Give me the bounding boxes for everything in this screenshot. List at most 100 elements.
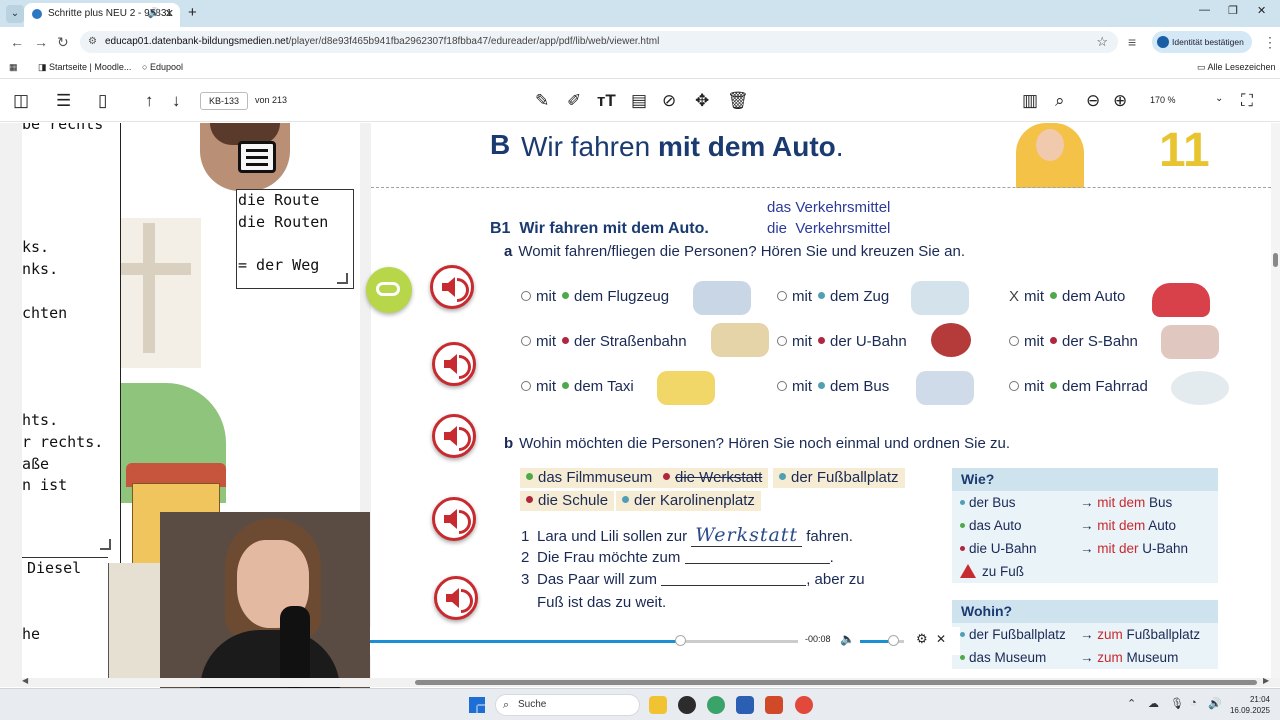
move-icon[interactable]: ✥ [695, 91, 709, 111]
new-tab-button[interactable]: + [188, 4, 197, 21]
find-in-page-icon[interactable]: ⌕ [1055, 91, 1065, 111]
powerpoint-icon[interactable] [765, 696, 783, 714]
option-radio[interactable] [521, 336, 531, 346]
all-bookmarks[interactable]: ▭ Alle Lesezeichen [1197, 62, 1276, 73]
taskbar-search[interactable]: ⌕ Suche [495, 694, 640, 716]
chrome-profile-icon[interactable] [795, 696, 813, 714]
vertical-scrollbar[interactable] [1271, 123, 1280, 678]
apps-grid-icon[interactable]: ▦ [9, 62, 18, 73]
hide-annotations-icon[interactable]: ⊘ [662, 91, 676, 111]
volume-icon[interactable]: 🔈 [840, 632, 855, 646]
option-mit: mit [1024, 333, 1044, 350]
tab-audio-icon[interactable]: 🔊 [148, 3, 160, 25]
identity-button[interactable]: Identität bestätigen [1152, 31, 1252, 53]
zoom-level[interactable]: 170 % [1150, 95, 1176, 105]
tray-overflow-icon[interactable]: ⌃ [1127, 697, 1136, 710]
vertical-scroll-thumb[interactable] [1273, 253, 1278, 267]
word-icon[interactable] [736, 696, 754, 714]
transport-option[interactable]: Xmit dem Auto [1009, 288, 1125, 305]
option-radio[interactable] [777, 291, 787, 301]
previous-page-icon[interactable]: ↑ [145, 91, 154, 111]
outline-icon[interactable]: ☰ [56, 91, 71, 111]
transport-option[interactable]: mit dem Zug [777, 288, 889, 305]
audio-progress-track[interactable] [360, 640, 798, 643]
option-radio[interactable] [521, 291, 531, 301]
option-radio[interactable] [777, 381, 787, 391]
note-icon[interactable] [238, 141, 276, 173]
scroll-right-icon[interactable]: ▶ [1263, 676, 1269, 685]
onedrive-icon[interactable]: ☁ [1148, 697, 1159, 710]
bookmark-star-icon[interactable]: ☆ [1096, 31, 1108, 53]
minimize-icon[interactable]: — [1199, 4, 1210, 16]
wohin-row-right: → zum Fußballplatz [1080, 623, 1200, 646]
app-icon[interactable] [678, 696, 696, 714]
bookmark-edupool[interactable]: ○ Edupool [142, 62, 183, 72]
option-radio[interactable] [1009, 381, 1019, 391]
back-icon[interactable]: ← [10, 34, 24, 50]
tab-close-icon[interactable]: ✕ [165, 3, 174, 25]
note-resize-handle[interactable] [100, 539, 111, 550]
option-radio[interactable] [777, 336, 787, 346]
gender-dot [562, 382, 569, 389]
file-explorer-icon[interactable] [649, 696, 667, 714]
transport-option[interactable]: mit dem Flugzeug [521, 288, 669, 305]
forward-icon[interactable]: → [34, 34, 48, 50]
close-window-icon[interactable]: ✕ [1257, 4, 1266, 17]
link-button[interactable] [366, 267, 412, 313]
transport-option[interactable]: mit der Straßenbahn [521, 333, 687, 350]
bookmark-moodle[interactable]: ◨ Startseite | Moodle... [38, 62, 131, 73]
checked-mark[interactable]: X [1009, 288, 1021, 305]
url-field[interactable]: ⚙ educap01.datenbank-bildungsmedien.net/… [80, 31, 1118, 53]
answer-blank[interactable] [661, 574, 807, 586]
network-icon[interactable]: ◔ [1190, 697, 1197, 709]
option-radio[interactable] [1009, 336, 1019, 346]
audio-play-button-3[interactable] [432, 414, 476, 458]
next-page-icon[interactable]: ↓ [172, 91, 181, 111]
transport-option[interactable]: mit dem Fahrrad [1009, 378, 1148, 395]
page-number-input[interactable]: KB-133 [200, 92, 248, 110]
transport-option[interactable]: mit dem Taxi [521, 378, 634, 395]
handwritten-answer[interactable]: Werkstatt [691, 524, 803, 547]
transport-option[interactable]: mit der U-Bahn [777, 333, 907, 350]
audio-play-button-2[interactable] [432, 342, 476, 386]
reading-mode-icon[interactable]: ▥ [1022, 91, 1038, 111]
microphone-tray-icon[interactable]: 🎙 [1170, 697, 1184, 710]
document-icon[interactable]: ▯ [98, 91, 107, 111]
zoom-out-icon[interactable]: ⊖ [1086, 91, 1100, 111]
active-tab[interactable]: Schritte plus NEU 2 - 97831 🔊 ✕ [24, 3, 180, 27]
transport-option[interactable]: mit dem Bus [777, 378, 889, 395]
text-tool-icon[interactable]: ᴛT [597, 91, 616, 111]
comment-icon[interactable]: ▤ [631, 91, 647, 111]
transport-option[interactable]: mit der S-Bahn [1009, 333, 1138, 350]
pen-icon[interactable]: ✎ [535, 91, 549, 111]
browser-menu-icon[interactable]: ⋮ [1263, 34, 1277, 51]
taskbar-clock[interactable]: 21:04 16.09.2025 [1228, 694, 1270, 716]
audio-settings-icon[interactable]: ⚙ [916, 631, 928, 647]
zoom-dropdown-icon[interactable]: ⌄ [1215, 93, 1223, 104]
audio-progress-handle[interactable] [674, 635, 686, 646]
windows-start-icon[interactable] [469, 697, 485, 713]
speaker-tray-icon[interactable]: 🔊 [1208, 697, 1222, 710]
maximize-icon[interactable]: ❐ [1228, 4, 1238, 17]
option-radio[interactable] [521, 381, 531, 391]
horizontal-scrollbar[interactable]: ◀ ▶ [0, 676, 1280, 687]
audio-play-button-5[interactable] [434, 576, 478, 620]
chrome-icon[interactable] [707, 696, 725, 714]
volume-handle[interactable] [888, 635, 899, 646]
tab-search-button[interactable]: ⌄ [6, 5, 24, 23]
highlighter-icon[interactable]: ✐ [567, 91, 581, 111]
reading-list-icon[interactable]: ≡ [1128, 34, 1136, 50]
delete-icon[interactable]: 🗑 [727, 91, 749, 111]
audio-play-button-1[interactable] [430, 265, 474, 309]
audio-close-icon[interactable]: ✕ [936, 632, 946, 646]
reload-icon[interactable]: ↻ [57, 34, 69, 51]
scroll-left-icon[interactable]: ◀ [22, 676, 28, 685]
fullscreen-icon[interactable]: ⛶ [1241, 91, 1253, 111]
sidebar-toggle-icon[interactable]: ◫ [13, 91, 29, 111]
answer-blank[interactable] [684, 552, 830, 564]
note-resize-handle[interactable] [337, 273, 348, 284]
site-info-icon[interactable]: ⚙ [88, 31, 97, 53]
horizontal-scroll-thumb[interactable] [415, 680, 1257, 685]
zoom-in-icon[interactable]: ⊕ [1113, 91, 1127, 111]
audio-play-button-4[interactable] [432, 497, 476, 541]
